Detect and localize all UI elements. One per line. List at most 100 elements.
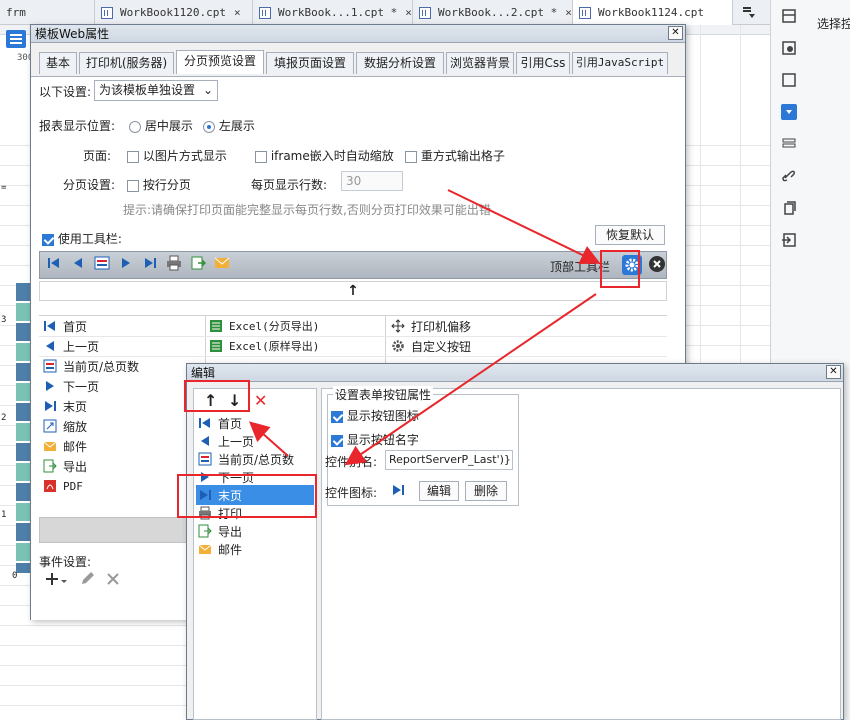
- checkbox-iframe-scale[interactable]: iframe嵌入时自动缩放: [255, 147, 394, 164]
- frame-icon[interactable]: [781, 72, 797, 88]
- list-item[interactable]: Excel(原样导出): [209, 336, 319, 356]
- list-item[interactable]: 当前页/总页数: [43, 356, 139, 376]
- excel-icon: [209, 339, 223, 353]
- export-icon: [198, 524, 212, 538]
- sheet-color-column: [16, 283, 30, 573]
- delete-item-button[interactable]: ✕: [254, 391, 270, 411]
- file-tab-frm[interactable]: frm: [0, 0, 95, 25]
- close-tab-icon[interactable]: ×: [234, 6, 241, 19]
- dialog-title-bar: 模板Web属性 ✕: [31, 25, 685, 43]
- select-control-label: 选择控: [817, 17, 850, 31]
- close-tab-icon[interactable]: ×: [565, 6, 572, 19]
- file-tab-workbook1124[interactable]: WorkBook1124.cpt: [573, 0, 733, 25]
- list-item[interactable]: 末页: [43, 396, 87, 416]
- list-view-icon[interactable]: [6, 30, 26, 48]
- tab-basic[interactable]: 基本: [39, 52, 77, 74]
- edit-icon-button[interactable]: 编辑: [419, 481, 459, 501]
- settings-select[interactable]: 为该模板单独设置 ⌄: [94, 80, 218, 101]
- prev-page-icon: [198, 434, 212, 448]
- first-page-icon: [198, 416, 212, 430]
- checkbox-show-name[interactable]: 显示按钮名字: [331, 431, 419, 448]
- export-icon: [43, 459, 57, 473]
- chevron-down-icon: ⌄: [202, 83, 213, 97]
- checkbox-image-mode[interactable]: 以图片方式显示: [127, 147, 227, 164]
- list-item[interactable]: 导出: [198, 521, 242, 541]
- file-tab-workbook1120[interactable]: WorkBook1120.cpt ×: [95, 0, 253, 25]
- tab-browser-bg[interactable]: 浏览器背景: [446, 52, 514, 74]
- first-page-icon: [46, 255, 62, 271]
- checkbox-use-toolbar[interactable]: 使用工具栏:: [42, 230, 122, 247]
- stack-icon[interactable]: [781, 136, 797, 152]
- tab-css[interactable]: 引用Css: [516, 52, 570, 74]
- list-item[interactable]: 下一页: [43, 376, 99, 396]
- list-item[interactable]: 自定义按钮: [391, 336, 471, 356]
- close-icon[interactable]: ✕: [826, 365, 841, 379]
- tab-list-dropdown-icon[interactable]: [742, 5, 756, 19]
- button-order-list: ↑ ↓ ✕ 首页 上一页 当前页/总页数 下一页 末页 打印 导出 邮件: [193, 388, 317, 720]
- restore-default-button[interactable]: 恢复默认: [595, 225, 665, 245]
- export-icon: [190, 255, 207, 271]
- page-count-icon: [198, 452, 212, 466]
- rows-per-page-input[interactable]: 30: [341, 171, 403, 191]
- list-item[interactable]: 当前页/总页数: [198, 449, 294, 469]
- link-icon[interactable]: [781, 168, 797, 184]
- list-item[interactable]: 首页: [198, 413, 242, 433]
- last-page-icon: [43, 399, 57, 413]
- dialog-title: 模板Web属性: [35, 27, 110, 41]
- radio-center[interactable]: 居中展示: [129, 117, 193, 134]
- edit-dialog-title: 编辑: [191, 366, 216, 380]
- list-item[interactable]: PDF: [43, 476, 83, 496]
- list-item[interactable]: 上一页: [43, 336, 99, 356]
- list-item[interactable]: 上一页: [198, 431, 254, 451]
- delete-icon-button[interactable]: 删除: [465, 481, 507, 501]
- list-item[interactable]: 打印机偏移: [391, 316, 471, 336]
- list-item[interactable]: 首页: [43, 316, 87, 336]
- close-tab-icon[interactable]: ×: [405, 6, 412, 19]
- radio-left[interactable]: 左展示: [203, 117, 255, 134]
- list-item[interactable]: 缩放: [43, 416, 87, 436]
- gear-icon: [391, 339, 405, 353]
- email-icon: [43, 439, 57, 453]
- highlight-selected-box: [177, 474, 317, 518]
- close-icon[interactable]: ✕: [668, 26, 683, 40]
- tab-data-analysis[interactable]: 数据分析设置: [356, 52, 444, 74]
- tab-printer[interactable]: 打印机(服务器): [79, 52, 174, 74]
- print-icon: [166, 255, 182, 271]
- zoom-icon: [43, 419, 57, 433]
- tip-text: 提示:请确保打印页面能完整显示每页行数,否则分页打印效果可能出错: [123, 203, 491, 217]
- excel-icon: [209, 319, 223, 333]
- tab-javascript[interactable]: 引用JavaScript: [572, 52, 668, 74]
- file-tab-workbook-2[interactable]: WorkBook...2.cpt * ×: [413, 0, 573, 25]
- prev-page-icon: [43, 339, 57, 353]
- last-page-icon: [391, 483, 405, 497]
- list-item[interactable]: 导出: [43, 456, 87, 476]
- move-up-arrow[interactable]: ↑: [39, 281, 667, 301]
- next-page-icon: [43, 379, 57, 393]
- copy-icon[interactable]: [781, 200, 797, 216]
- edit-event-icon[interactable]: [79, 571, 95, 587]
- checkbox-redraw-cells[interactable]: 重方式输出格子: [405, 147, 505, 164]
- prev-page-icon: [70, 255, 86, 271]
- workbook-icon: [419, 6, 431, 19]
- list-item[interactable]: 邮件: [43, 436, 87, 456]
- tab-page-preview[interactable]: 分页预览设置: [176, 50, 264, 74]
- delete-event-icon[interactable]: [105, 571, 121, 587]
- workbook-icon: [579, 6, 591, 19]
- checkbox-row-paging[interactable]: 按行分页: [127, 176, 191, 193]
- dropdown-widget-icon[interactable]: [781, 104, 797, 120]
- alias-input[interactable]: ReportServerP_Last')}: [385, 450, 513, 470]
- email-icon: [214, 255, 230, 271]
- layout-icon[interactable]: [781, 8, 797, 24]
- info-icon[interactable]: [781, 40, 797, 56]
- file-tab-workbook-1[interactable]: WorkBook...1.cpt * ×: [253, 0, 413, 25]
- import-icon[interactable]: [781, 232, 797, 248]
- tab-fill-page[interactable]: 填报页面设置: [266, 52, 354, 74]
- list-item[interactable]: 邮件: [198, 539, 242, 559]
- checkbox-show-icon[interactable]: 显示按钮图标: [331, 407, 419, 424]
- list-item[interactable]: Excel(分页导出): [209, 316, 319, 336]
- remove-toolbar-icon[interactable]: [648, 255, 666, 273]
- page-count-icon: [94, 255, 110, 271]
- add-event-icon[interactable]: [45, 571, 69, 589]
- toolbar-preview: 顶部工具栏: [39, 251, 667, 279]
- workbook-icon: [101, 6, 113, 19]
